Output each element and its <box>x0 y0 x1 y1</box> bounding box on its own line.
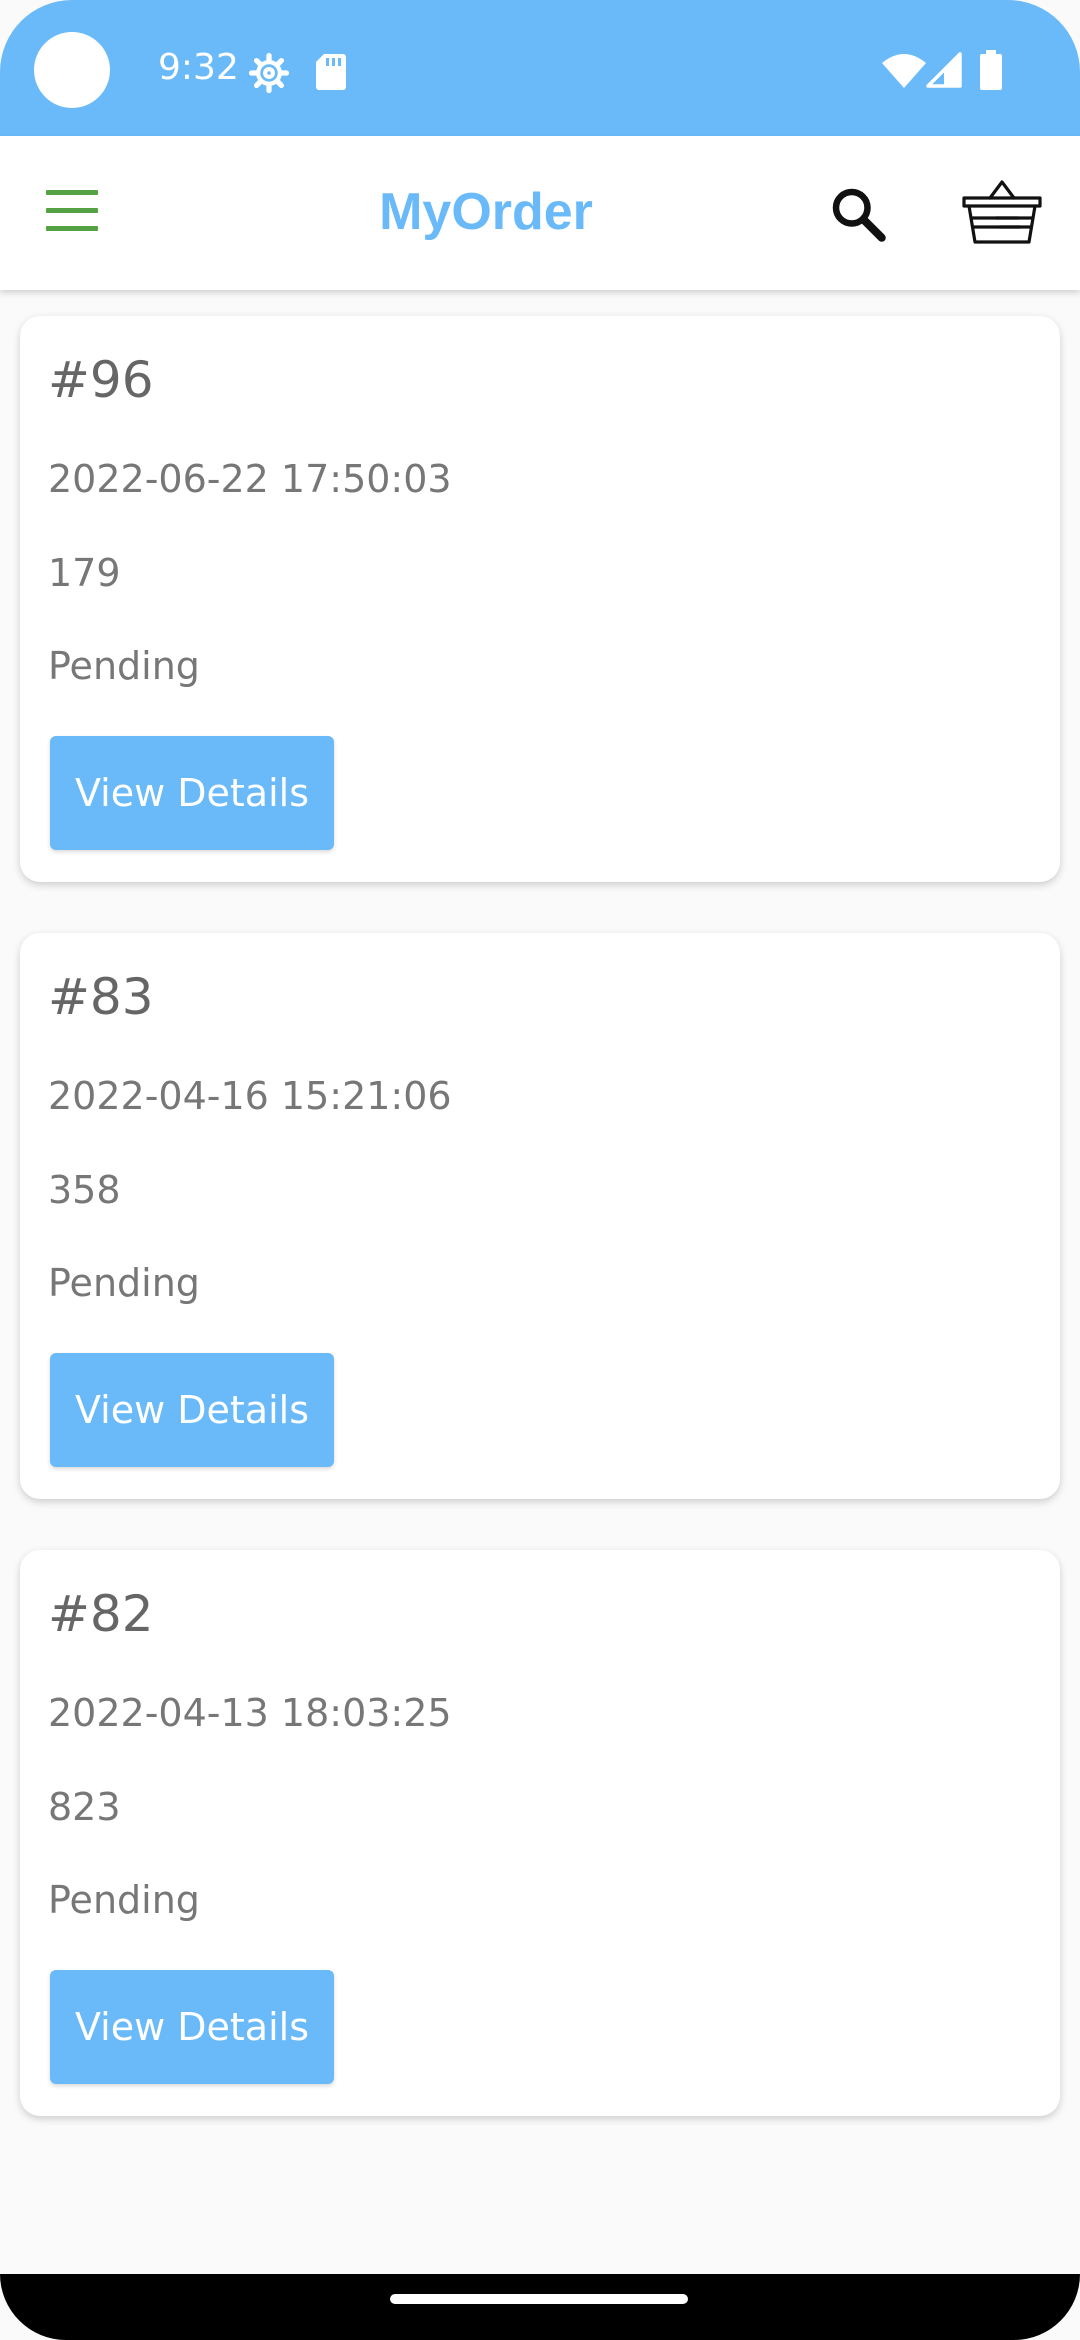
order-amount: 179 <box>48 551 121 595</box>
view-details-button[interactable]: View Details <box>50 1970 334 2084</box>
search-icon[interactable] <box>828 184 888 244</box>
order-number: #96 <box>48 351 154 409</box>
settings-gear-icon <box>248 52 290 94</box>
camera-cutout <box>34 32 110 108</box>
signal-icon <box>926 52 962 88</box>
order-status: Pending <box>48 644 200 688</box>
order-status: Pending <box>48 1261 200 1305</box>
view-details-button[interactable]: View Details <box>50 736 334 850</box>
home-indicator[interactable] <box>390 2294 688 2304</box>
status-time: 9:32 <box>158 47 239 88</box>
order-date: 2022-04-13 18:03:25 <box>48 1691 452 1735</box>
status-bar: 9:32 <box>0 0 1080 136</box>
order-number: #83 <box>48 968 154 1026</box>
order-card: #96 2022-06-22 17:50:03 179 Pending View… <box>20 316 1060 882</box>
order-status: Pending <box>48 1878 200 1922</box>
order-number: #82 <box>48 1585 154 1643</box>
order-amount: 358 <box>48 1168 121 1212</box>
order-date: 2022-06-22 17:50:03 <box>48 457 452 501</box>
page-title: MyOrder <box>379 183 593 241</box>
wifi-icon <box>882 54 926 88</box>
order-date: 2022-04-16 15:21:06 <box>48 1074 452 1118</box>
basket-icon[interactable] <box>960 180 1044 248</box>
order-amount: 823 <box>48 1785 121 1829</box>
view-details-button[interactable]: View Details <box>50 1353 334 1467</box>
order-card: #83 2022-04-16 15:21:06 358 Pending View… <box>20 933 1060 1499</box>
system-nav-bar <box>0 2274 1080 2340</box>
sd-card-icon <box>316 54 346 90</box>
app-bar: MyOrder <box>0 136 1080 290</box>
battery-icon <box>980 50 1002 90</box>
order-card: #82 2022-04-13 18:03:25 823 Pending View… <box>20 1550 1060 2116</box>
